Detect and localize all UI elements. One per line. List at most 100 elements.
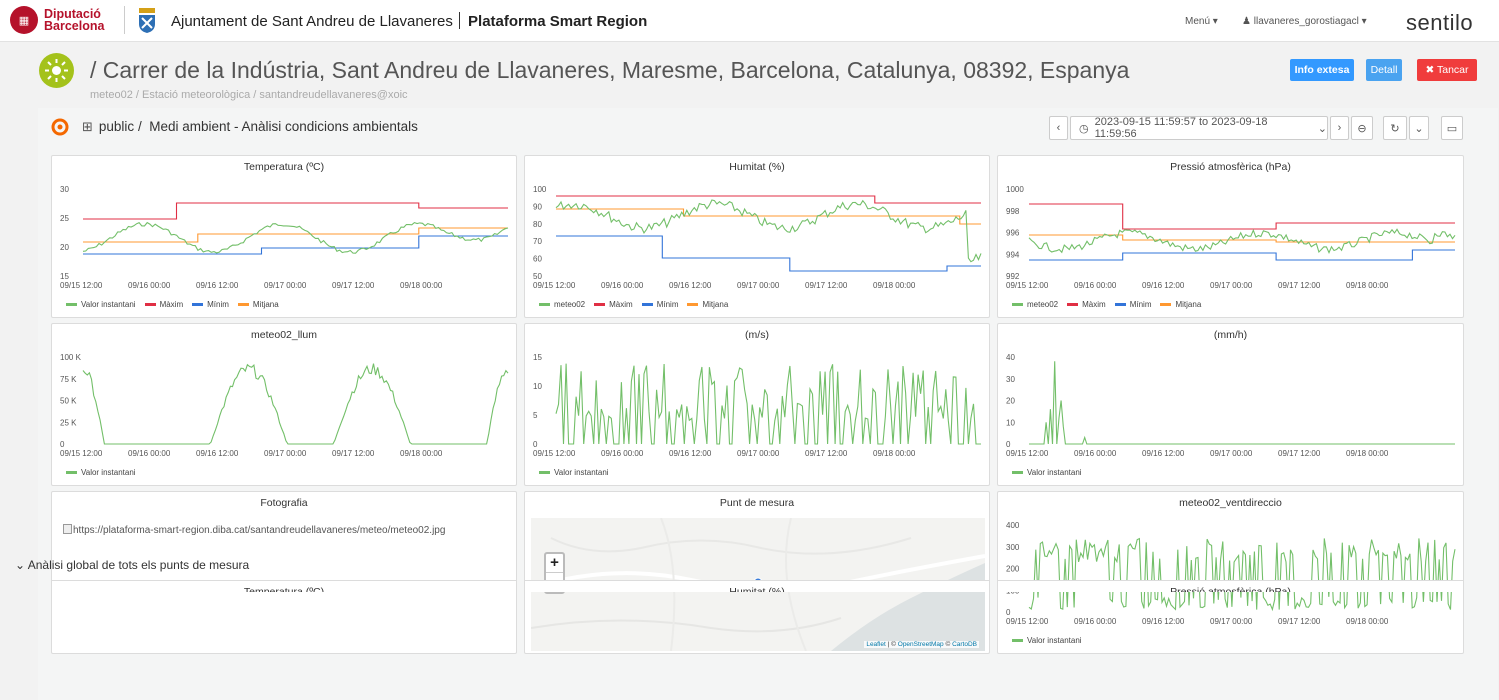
panel-pressure-global[interactable]: Pressió atmosfèrica (hPa) <box>997 580 1464 592</box>
legend-label: Màxim <box>609 300 633 309</box>
menu-dropdown[interactable]: Menú ▾ <box>1185 16 1218 27</box>
legend-item[interactable]: Màxim <box>594 300 633 309</box>
osm-link[interactable]: OpenStreetMap <box>898 641 944 648</box>
x-tick-label: 09/15 12:00 <box>1006 449 1049 458</box>
legend-item[interactable]: Mínim <box>1114 300 1151 309</box>
x-tick-label: 09/16 12:00 <box>1142 617 1185 626</box>
info-extesa-button[interactable]: Info extesa <box>1290 59 1354 81</box>
x-tick-label: 09/17 12:00 <box>805 449 848 458</box>
caret-down-icon: ▾ <box>1212 16 1218 27</box>
panel-map[interactable]: Punt de mesura + − Leaflet | © OpenStree… <box>524 491 990 654</box>
legend-swatch <box>687 303 699 306</box>
row-collapse-toggle[interactable]: ⌄ Anàlisi global de tots els punts de me… <box>15 558 249 572</box>
panel-wind-speed[interactable]: (m/s) 15 10 5 0 09/15 12:00 09/16 00:00 09/16 … <box>524 323 990 486</box>
panel-rain[interactable]: (mm/h) 40 30 20 10 0 09/15 12:00 09/16 00:00 09… <box>997 323 1464 486</box>
time-back-button[interactable]: ‹ <box>1049 116 1068 140</box>
refresh-interval-dropdown[interactable]: ⌄ <box>1409 116 1429 140</box>
legend-label: Mitjana <box>252 300 279 309</box>
legend-item[interactable]: Valor instantani <box>1012 636 1082 645</box>
panel-humidity-global[interactable]: Humitat (%) <box>524 580 990 592</box>
pressure-chart: 1000 998 996 994 99209/15 12:00 09/16 00:00 09… <box>1006 185 1456 290</box>
panel-temperature-global[interactable]: Temperatura (ºC) <box>51 580 517 592</box>
y-tick-label: 0 <box>1006 440 1011 449</box>
legend-swatch <box>1160 303 1172 306</box>
user-dropdown[interactable]: ♟ llavaneres_gorostiagacl ▾ <box>1242 16 1367 27</box>
x-tick-label: 09/16 00:00 <box>128 281 171 290</box>
y-tick-label: 20 <box>60 243 69 252</box>
panel-humidity[interactable]: Humitat (%) 100 90 80 70 60 50 09/15 12:00 09/1… <box>524 155 990 318</box>
tv-mode-icon[interactable]: ▭ <box>1441 116 1463 140</box>
legend-item[interactable]: Mínim <box>641 300 678 309</box>
user-label: llavaneres_gorostiagacl <box>1253 16 1359 27</box>
y-tick-label: 90 <box>533 202 542 211</box>
leaflet-link[interactable]: Leaflet <box>866 641 886 648</box>
x-tick-label: 09/18 00:00 <box>1346 281 1389 290</box>
panel-wind-direction[interactable]: meteo02_ventdireccio 400300200100009/15 … <box>997 491 1464 654</box>
legend-item[interactable]: Mitjana <box>687 300 728 309</box>
panel-title: Pressió atmosfèrica (hPa) <box>1170 586 1291 592</box>
legend-item[interactable]: Mínim <box>192 300 229 309</box>
legend-item[interactable]: Mitjana <box>1160 300 1201 309</box>
x-tick-label: 09/17 00:00 <box>737 449 780 458</box>
menu-label: Menú <box>1185 16 1211 27</box>
panel-temperature[interactable]: Temperatura (ºC) 30 25 20 15 09/15 12:00 09/1… <box>51 155 517 318</box>
series-max <box>83 202 508 220</box>
x-tick-label: 09/17 12:00 <box>1278 617 1321 626</box>
attribution-separator: | © <box>885 641 898 648</box>
breadcrumb-folder[interactable]: public <box>99 119 134 134</box>
legend-item[interactable]: meteo02 <box>539 300 585 309</box>
cartodb-link[interactable]: CartoDB <box>952 641 977 648</box>
legend-swatch <box>66 303 77 306</box>
y-tick-label: 0 <box>1006 608 1011 617</box>
y-tick-label: 25 <box>60 214 69 223</box>
chevron-down-icon: ⌄ <box>1317 122 1327 135</box>
legend-item[interactable]: Valor instantani <box>1012 468 1082 477</box>
legend-item[interactable]: Mitjana <box>237 300 279 309</box>
x-tick-label: 09/16 00:00 <box>601 449 644 458</box>
x-tick-label: 09/16 00:00 <box>601 281 644 290</box>
series-value <box>1028 537 1456 612</box>
detall-button[interactable]: Detall <box>1366 59 1402 81</box>
legend-swatch <box>594 303 606 306</box>
y-tick-label: 50 <box>533 272 542 281</box>
y-tick-label: 70 <box>533 237 542 246</box>
x-tick-label: 09/17 12:00 <box>332 449 375 458</box>
panel-photo[interactable]: Fotografia https://plataforma-smart-regi… <box>51 491 517 654</box>
clock-icon: ◷ <box>1079 122 1089 135</box>
zoom-in-button[interactable]: + <box>546 554 563 573</box>
chart-legend: Valor instantani <box>539 468 609 477</box>
legend-label: Valor instantani <box>1027 468 1082 477</box>
diputacio-logo[interactable]: ▦ Diputació Barcelona <box>10 6 104 34</box>
panel-title: Humitat (%) <box>729 586 785 592</box>
tancar-button[interactable]: ✖ Tancar <box>1417 59 1477 81</box>
legend-item[interactable]: Valor instantani <box>539 468 609 477</box>
legend-swatch <box>144 303 156 306</box>
legend-item[interactable]: Valor instantani <box>66 468 136 477</box>
legend-swatch <box>539 471 550 474</box>
legend-item[interactable]: Màxim <box>144 300 183 309</box>
x-tick-label: 09/16 12:00 <box>669 281 712 290</box>
x-tick-label: 09/16 00:00 <box>1074 281 1117 290</box>
x-tick-label: 09/17 12:00 <box>332 281 375 290</box>
refresh-icon[interactable]: ↻ <box>1383 116 1407 140</box>
chart-legend: Valor instantani <box>66 468 136 477</box>
x-tick-label: 09/15 12:00 <box>60 281 103 290</box>
x-tick-label: 09/18 00:00 <box>873 449 916 458</box>
chart-legend: meteo02 Màxim Mínim Mitjana <box>1012 300 1201 309</box>
legend-item[interactable]: Valor instantani <box>66 300 136 309</box>
legend-item[interactable]: Màxim <box>1067 300 1106 309</box>
panel-llum[interactable]: meteo02_llum 100 K 75 K 50 K 25 K 0 09/15 12:… <box>51 323 517 486</box>
council-shield-icon <box>139 8 155 33</box>
y-tick-label: 80 <box>533 220 542 229</box>
time-range-picker[interactable]: ◷ 2023-09-15 11:59:57 to 2023-09-18 11:59… <box>1070 116 1328 140</box>
legend-item[interactable]: meteo02 <box>1012 300 1058 309</box>
time-forward-button[interactable]: › <box>1330 116 1349 140</box>
zoom-out-icon[interactable]: ⊖ <box>1351 116 1373 140</box>
series-max <box>1029 203 1455 230</box>
panel-pressure[interactable]: Pressió atmosfèrica (hPa) 1000 998 996 994 9… <box>997 155 1464 318</box>
image-alt-text: https://plataforma-smart-region.diba.cat… <box>73 525 446 536</box>
x-tick-label: 09/17 12:00 <box>1278 281 1321 290</box>
grafana-logo-icon[interactable] <box>51 118 69 136</box>
x-tick-label: 09/15 12:00 <box>1006 617 1049 626</box>
dashboard-title[interactable]: Medi ambient - Anàlisi condicions ambien… <box>149 119 418 134</box>
